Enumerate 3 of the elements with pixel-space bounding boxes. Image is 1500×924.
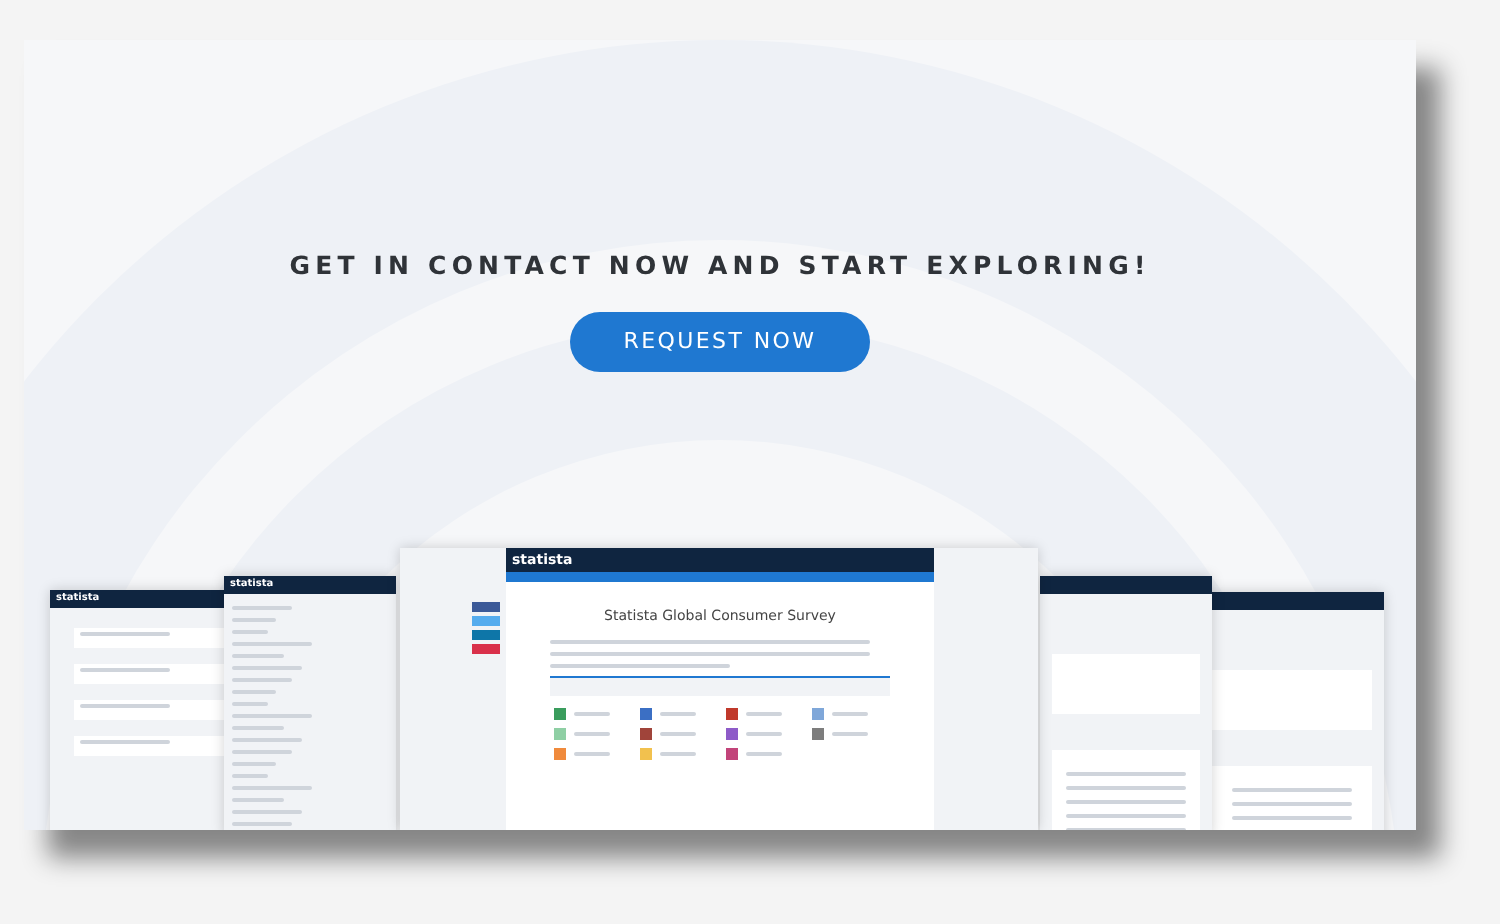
headline: GET IN CONTACT NOW AND START EXPLORING! [287,248,1153,284]
share-buttons-drawing [472,602,500,658]
request-now-button[interactable]: REQUEST NOW [569,311,871,373]
